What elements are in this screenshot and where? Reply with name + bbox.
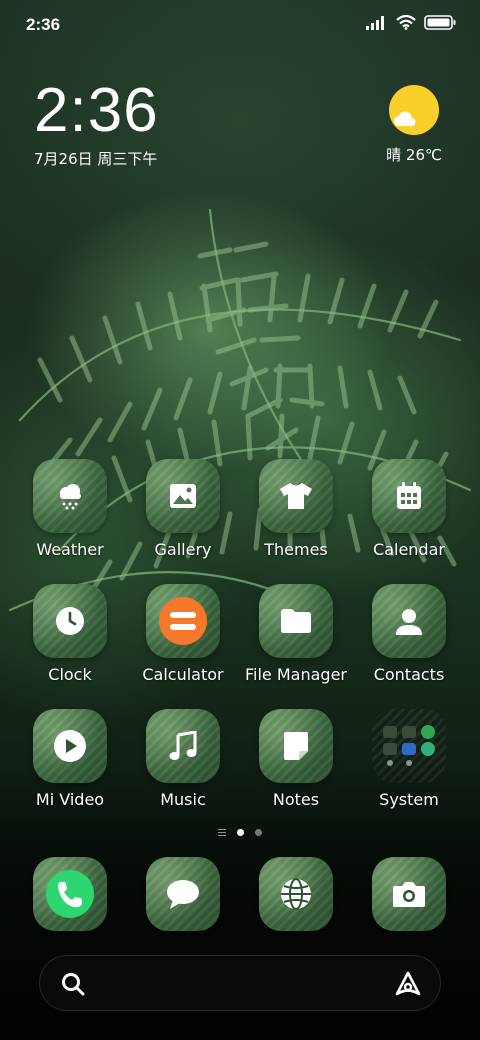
app-label: Mi Video <box>35 790 105 809</box>
search-icon[interactable] <box>60 971 86 997</box>
status-icons <box>366 15 456 30</box>
browser-globe-icon <box>281 878 311 910</box>
app-contacts[interactable]: Contacts <box>354 584 464 684</box>
folder-grid-icon <box>383 725 435 766</box>
app-label: System <box>379 790 439 809</box>
status-time: 2:36 <box>26 15 61 34</box>
app-label: Themes <box>264 540 328 559</box>
app-label: Notes <box>272 790 320 809</box>
music-note-icon <box>169 731 197 760</box>
app-icon-system <box>372 709 446 783</box>
app-icon-clock <box>33 584 107 658</box>
assistant-icon[interactable] <box>394 970 422 998</box>
page-dot-active <box>237 829 244 836</box>
battery-icon <box>424 15 456 30</box>
app-label: Clock <box>48 665 92 684</box>
page-dot <box>255 829 262 836</box>
app-label: File Manager <box>245 665 347 684</box>
phone-icon <box>46 870 94 918</box>
app-mi-video[interactable]: Mi Video <box>15 709 125 809</box>
dock-phone[interactable] <box>15 857 125 931</box>
camera-icon <box>393 882 425 907</box>
app-icon-notes <box>259 709 333 783</box>
clock-time: 2:36 <box>34 76 159 145</box>
menu-lines-icon <box>218 829 226 836</box>
app-label: Weather <box>36 540 104 559</box>
signal-icon <box>366 15 384 30</box>
status-bar: 2:36 <box>0 0 480 50</box>
app-icon-file-manager <box>259 584 333 658</box>
app-icon-gallery <box>146 459 220 533</box>
dock-browser[interactable] <box>241 857 351 931</box>
app-label: Music <box>160 790 206 809</box>
app-icon-calculator <box>146 584 220 658</box>
cloud-snow-icon <box>60 484 81 510</box>
dock-messages[interactable] <box>128 857 238 931</box>
app-clock[interactable]: Clock <box>15 584 125 684</box>
tshirt-icon <box>280 483 312 509</box>
play-icon <box>54 730 86 762</box>
app-icon-browser <box>259 857 333 931</box>
clock-widget[interactable]: 2:36 7月26日 周三下午 <box>34 80 159 169</box>
app-notes[interactable]: Notes <box>241 709 351 809</box>
app-icon-themes <box>259 459 333 533</box>
wifi-icon <box>396 15 416 30</box>
sun-cloud-icon <box>388 84 440 136</box>
person-icon <box>396 609 422 635</box>
clock-date: 7月26日 周三下午 <box>34 150 158 168</box>
image-icon <box>170 484 196 508</box>
app-icon-contacts <box>372 584 446 658</box>
dock-camera[interactable] <box>354 857 464 931</box>
clock-icon <box>56 607 84 635</box>
folder-icon <box>281 609 311 633</box>
app-weather[interactable]: Weather <box>15 459 125 559</box>
app-icon-camera <box>372 857 446 931</box>
app-icon-calendar <box>372 459 446 533</box>
app-label: Calendar <box>373 540 445 559</box>
app-file-manager[interactable]: File Manager <box>241 584 351 684</box>
app-icon-phone <box>33 857 107 931</box>
app-gallery[interactable]: Gallery <box>128 459 238 559</box>
app-icon-mi-video <box>33 709 107 783</box>
calendar-icon <box>397 482 421 509</box>
calculator-icon <box>159 597 207 645</box>
message-icon <box>167 880 199 909</box>
app-themes[interactable]: Themes <box>241 459 351 559</box>
app-label: Calculator <box>142 665 224 684</box>
app-icon-weather <box>33 459 107 533</box>
app-icon-music <box>146 709 220 783</box>
app-system-folder[interactable]: System <box>354 709 464 809</box>
app-calculator[interactable]: Calculator <box>128 584 238 684</box>
weather-summary: 晴 26℃ <box>386 146 442 164</box>
app-music[interactable]: Music <box>128 709 238 809</box>
app-calendar[interactable]: Calendar <box>354 459 464 559</box>
app-label: Contacts <box>373 665 445 684</box>
search-bar[interactable] <box>39 955 441 1011</box>
app-icon-messages <box>146 857 220 931</box>
note-icon <box>284 732 308 760</box>
weather-widget[interactable]: 晴 26℃ <box>384 84 444 165</box>
page-indicator[interactable] <box>0 829 480 836</box>
app-label: Gallery <box>154 540 212 559</box>
